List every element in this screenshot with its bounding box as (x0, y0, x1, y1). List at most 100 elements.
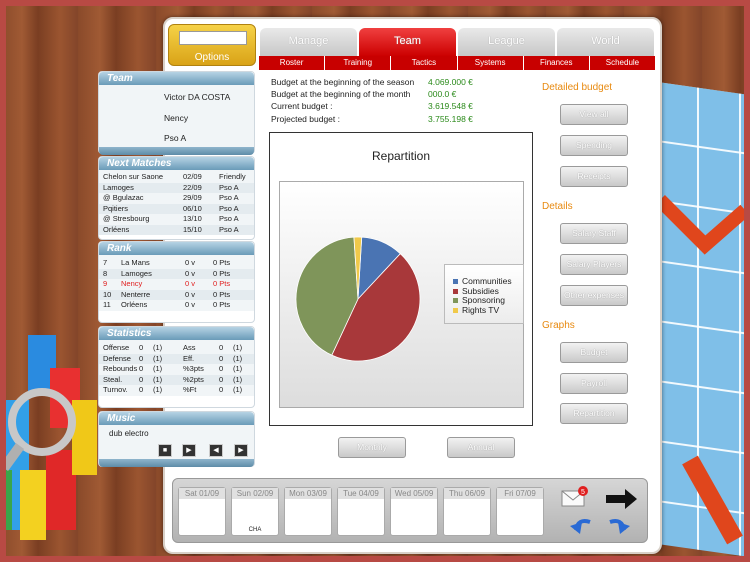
calendar-day[interactable]: Sat 01/09 (178, 487, 226, 536)
calendar-day[interactable]: Tue 04/09 (337, 487, 385, 536)
day-label: Sat 01/09 (179, 488, 225, 499)
options-label: Options (194, 52, 230, 63)
stat-value: 0 (139, 353, 144, 363)
graph-payroll-button[interactable]: Payroll (560, 373, 628, 394)
tab-team[interactable]: Team (359, 28, 456, 56)
details-heading: Details (542, 201, 573, 212)
salary-staff-button[interactable]: Salary Staff (560, 223, 628, 244)
projected-budget-value: 3.755.198 € (428, 114, 473, 124)
music-next-button[interactable]: ▶ (234, 444, 248, 457)
spending-button[interactable]: Spending (560, 135, 628, 156)
match-row[interactable]: @ Bgulazac 29/09 Pso A (99, 193, 254, 204)
view-all-button[interactable]: View all (560, 104, 628, 125)
stat-rank: (1) (233, 353, 243, 363)
budget-season-label: Budget at the beginning of the season (271, 77, 415, 87)
tab-world[interactable]: World (557, 28, 654, 56)
stat-name: Ass (183, 343, 196, 352)
graph-budget-button[interactable]: Budget (560, 342, 628, 363)
stat-value: 0 (219, 374, 224, 384)
stat-rank: (1) (233, 385, 243, 394)
rank-points: 0 Pts (213, 300, 231, 309)
match-row[interactable]: Orléens 15/10 Pso A (99, 224, 254, 235)
rank-row[interactable]: 10 Nenterre 0 v 0 Pts (99, 289, 254, 300)
match-row[interactable]: Chelon sur Saone 02/09 Friendly (99, 172, 254, 183)
play-icon: ▶ (186, 447, 192, 454)
stat-name: Steal. (103, 374, 123, 384)
rank-points: 0 Pts (213, 279, 231, 288)
calendar-day[interactable]: Fri 07/09 (496, 487, 544, 536)
tab-league[interactable]: League (458, 28, 555, 56)
projected-budget-label: Projected budget : (271, 114, 340, 124)
monthly-button[interactable]: Monthly (338, 437, 406, 458)
rank-row[interactable]: 11 Orléens 0 v 0 Pts (99, 300, 254, 311)
music-stop-button[interactable]: ■ (158, 444, 172, 457)
tab-manage[interactable]: Manage (260, 28, 357, 56)
rank-row-own-team[interactable]: 9 Nency 0 v 0 Pts (99, 279, 254, 290)
stat-value: 0 (219, 385, 224, 394)
stat-name: Turnov. (103, 385, 128, 394)
stat-value: 0 (139, 364, 144, 373)
rank-team: Orléens (121, 300, 148, 309)
match-team: Orléens (103, 224, 130, 234)
match-row[interactable]: @ Stresbourg 13/10 Pso A (99, 214, 254, 225)
day-label: Mon 03/09 (285, 488, 331, 499)
match-row[interactable]: Pqitiers 06/10 Pso A (99, 203, 254, 214)
rank-team: Lamoges (121, 268, 152, 278)
subnav-schedule[interactable]: Schedule (590, 56, 655, 70)
salary-players-button[interactable]: Salary Players (560, 254, 628, 275)
rank-wins: 0 v (185, 268, 196, 278)
match-date: 02/09 (183, 172, 202, 181)
mail-icon[interactable] (561, 490, 585, 507)
stat-value: 0 (219, 364, 224, 373)
calendar-day[interactable]: Thu 06/09 (443, 487, 491, 536)
music-play-button[interactable]: ▶ (182, 444, 196, 457)
budget-season-value: 4.069.000 € (428, 77, 473, 87)
legend-swatch-subsidies (453, 288, 458, 294)
music-previous-button[interactable]: ◀ (209, 444, 223, 457)
rank-points: 0 Pts (213, 289, 231, 299)
annual-button[interactable]: Annual (447, 437, 515, 458)
day-label: Wed 05/09 (391, 488, 437, 499)
options-field[interactable] (179, 31, 247, 45)
rank-row[interactable]: 8 Lamoges 0 v 0 Pts (99, 268, 254, 279)
subnav-tactics[interactable]: Tactics (391, 56, 458, 70)
current-budget-label: Current budget : (271, 101, 333, 111)
calendar-day[interactable]: Mon 03/09 (284, 487, 332, 536)
calendar-day[interactable]: Sun 02/09 CHA (231, 487, 279, 536)
match-comp: Pso A (219, 224, 239, 234)
rank-pos: 10 (103, 289, 112, 299)
subnav-finances[interactable]: Finances (524, 56, 590, 70)
match-row[interactable]: Lamoges 22/09 Pso A (99, 182, 254, 193)
rank-pos: 8 (103, 268, 108, 278)
calendar-day[interactable]: Wed 05/09 (390, 487, 438, 536)
options-button[interactable]: Options (168, 24, 256, 66)
subnav-training[interactable]: Training (325, 56, 392, 70)
stat-rank: (1) (233, 364, 243, 373)
stat-rank: (1) (153, 385, 163, 394)
stat-name: Offense (103, 343, 130, 352)
day-label: Fri 07/09 (497, 488, 543, 499)
music-title: Music (99, 412, 254, 425)
rank-points: 0 Pts (213, 258, 231, 267)
repartition-chart: Repartition Communities Subsidies Sponso… (269, 132, 533, 426)
stat-name: %2pts (183, 374, 204, 384)
rank-team: La Mans (121, 258, 150, 267)
next-icon: ▶ (238, 447, 244, 454)
stat-name: %Ft (183, 385, 197, 394)
budget-month-value: 000.0 € (428, 89, 457, 99)
team-panel: Team Victor DA COSTA Nency Pso A (98, 71, 255, 155)
receipts-button[interactable]: Receipts (560, 166, 628, 187)
rank-row[interactable]: 7 La Mans 0 v 0 Pts (99, 258, 254, 269)
rank-title: Rank (99, 242, 254, 255)
rank-points: 0 Pts (213, 268, 231, 278)
other-expenses-button[interactable]: Other expenses (560, 285, 628, 306)
day-label: Sun 02/09 (232, 488, 278, 499)
legend-swatch-communities (453, 279, 458, 285)
graph-repartition-button[interactable]: Repartition (560, 403, 628, 424)
subnav-systems[interactable]: Systems (458, 56, 524, 70)
stat-rank: (1) (153, 353, 163, 363)
subnav-roster[interactable]: Roster (259, 56, 326, 70)
coach-name: Victor DA COSTA (164, 92, 231, 102)
stat-rank: (1) (233, 343, 243, 352)
statistics-title: Statistics (99, 327, 254, 340)
